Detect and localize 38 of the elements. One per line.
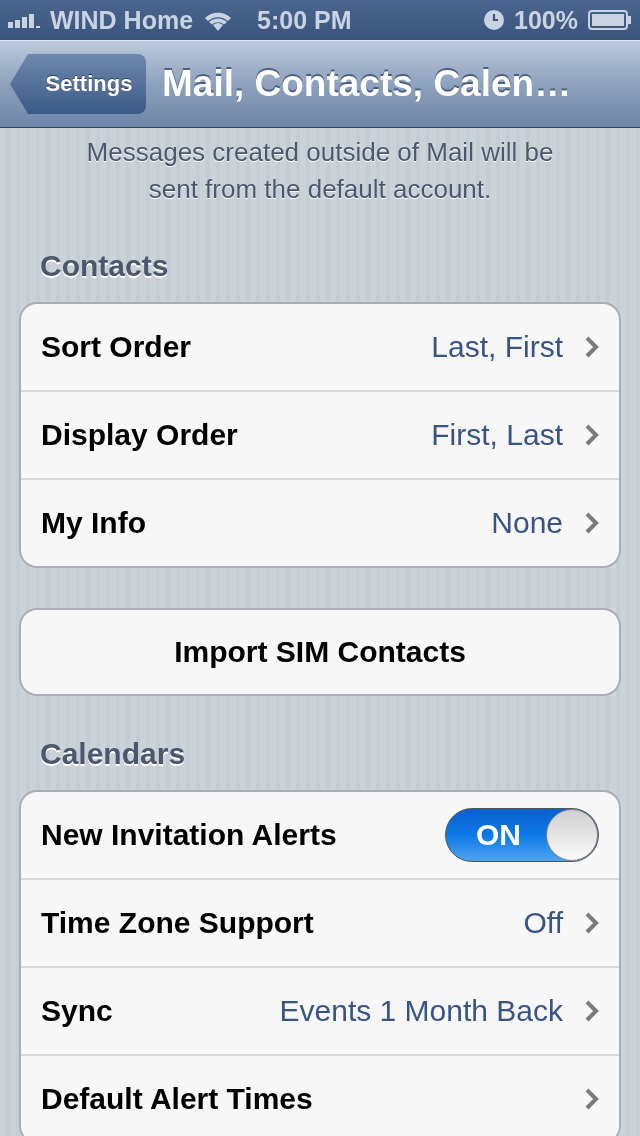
clock-icon (484, 10, 505, 30)
chevron-icon (585, 912, 599, 934)
settings-row[interactable]: Time Zone Support Off (21, 878, 619, 966)
import-sim-contacts-button[interactable]: Import SIM Contacts (19, 608, 621, 696)
row-label: New Invitation Alerts (41, 818, 338, 852)
battery-percent: 100% (514, 5, 578, 35)
section-header: Calendars (40, 736, 187, 772)
row-label: Sync (41, 994, 114, 1028)
settings-row[interactable]: Default Alert Times (21, 1054, 619, 1136)
row-label: Default Alert Times (41, 1082, 314, 1116)
row-value: Last, First (431, 330, 563, 364)
status-time: 5:00 PM (257, 5, 352, 35)
row-value: First, Last (431, 418, 563, 452)
settings-row[interactable]: Sync Events 1 Month Back (21, 966, 619, 1054)
chevron-icon (585, 1088, 599, 1110)
settings-row[interactable]: Sort Order Last, First (21, 304, 619, 390)
row-label: Sort Order (41, 330, 193, 364)
battery-icon (588, 10, 632, 30)
row-label: Time Zone Support (41, 906, 315, 940)
chevron-icon (585, 1000, 599, 1022)
section-footer: Messages created outside of Mail will be sent from the default account. (65, 134, 575, 208)
chevron-icon (585, 336, 599, 358)
row-value: None (491, 506, 563, 540)
settings-row[interactable]: New Invitation Alerts ON (21, 792, 619, 878)
screen-title: Mail, Contacts, Calen… (162, 63, 572, 105)
back-button[interactable]: Settings (10, 54, 146, 114)
chevron-icon (585, 424, 599, 446)
settings-row[interactable]: My Info None (21, 478, 619, 566)
row-label: My Info (41, 506, 147, 540)
carrier-name: WIND Home (50, 5, 194, 35)
section-header: Contacts (40, 248, 170, 284)
settings-row[interactable]: Display Order First, Last (21, 390, 619, 478)
row-value: Off (523, 906, 563, 940)
toggle-switch[interactable]: ON (445, 808, 599, 862)
chevron-icon (585, 512, 599, 534)
row-value: Events 1 Month Back (279, 994, 563, 1028)
row-label: Display Order (41, 418, 239, 452)
signal-icon (8, 12, 40, 28)
